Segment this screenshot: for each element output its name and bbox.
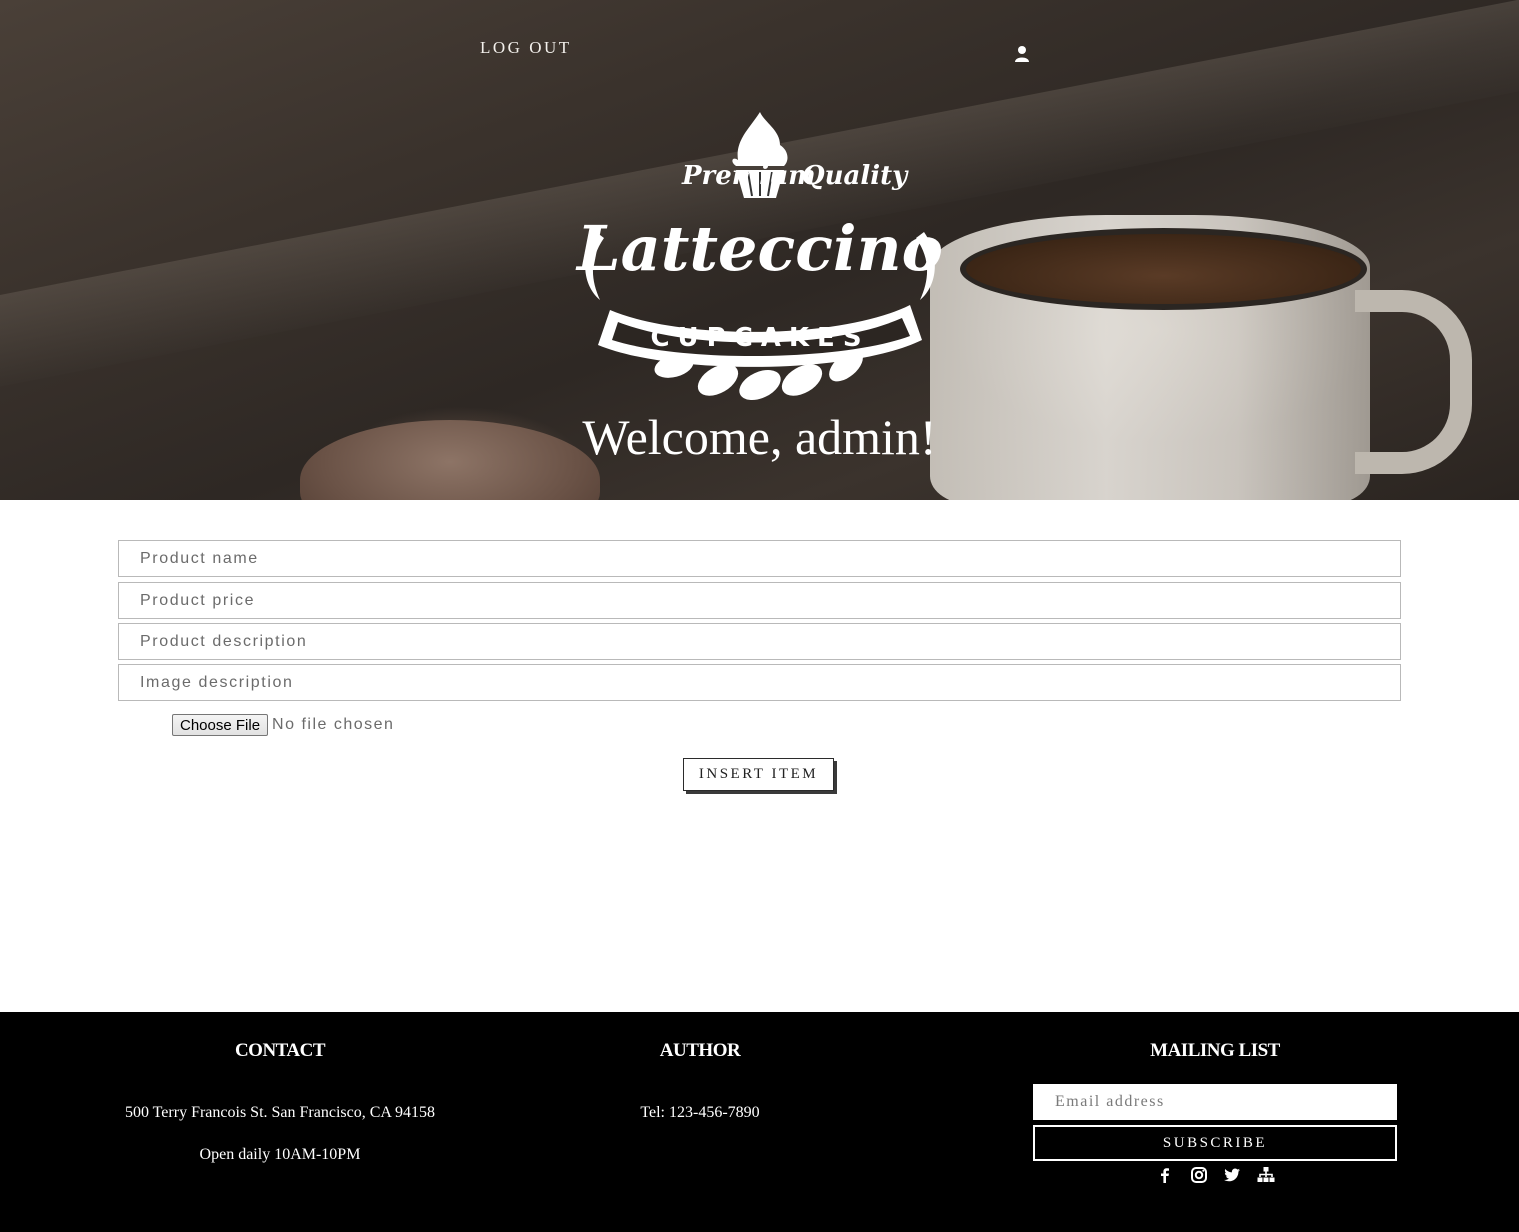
hero-coffee-surface xyxy=(960,228,1367,310)
facebook-icon[interactable] xyxy=(1155,1165,1175,1185)
contact-address: 500 Terry Francois St. San Francisco, CA… xyxy=(124,1104,436,1121)
hero-banner: LOG OUT Premium Quality Latteccino CUPCA… xyxy=(0,0,1519,500)
svg-text:Premium: Premium xyxy=(681,161,816,191)
user-icon[interactable] xyxy=(1014,45,1030,63)
image-description-input[interactable] xyxy=(118,664,1401,701)
product-description-input[interactable] xyxy=(118,623,1401,660)
brand-logo: Premium Quality Latteccino CUPCAKES xyxy=(575,112,943,401)
author-title: AUTHOR xyxy=(659,1040,741,1061)
product-price-input[interactable] xyxy=(118,582,1401,619)
svg-text:Latteccino: Latteccino xyxy=(575,212,943,285)
author-tel: Tel: 123-456-7890 xyxy=(640,1104,760,1121)
svg-text:CUPCAKES: CUPCAKES xyxy=(650,323,869,353)
welcome-heading: Welcome, admin! xyxy=(582,409,937,465)
mailing-list-title: MAILING LIST xyxy=(1150,1040,1280,1061)
subscribe-button[interactable]: SUBSCRIBE xyxy=(1033,1125,1397,1161)
contact-hours: Open daily 10AM-10PM xyxy=(199,1146,361,1163)
instagram-icon[interactable] xyxy=(1189,1165,1209,1185)
file-upload: Choose File No file chosen xyxy=(172,713,394,737)
choose-file-button[interactable]: Choose File xyxy=(172,714,269,736)
svg-text:Quality: Quality xyxy=(802,161,909,191)
insert-item-button[interactable]: INSERT ITEM xyxy=(683,758,834,791)
email-input[interactable] xyxy=(1033,1084,1397,1120)
contact-title: CONTACT xyxy=(234,1040,326,1061)
logout-link[interactable]: LOG OUT xyxy=(480,38,572,58)
product-name-input[interactable] xyxy=(118,540,1401,577)
file-status-text: No file chosen xyxy=(272,716,395,733)
twitter-icon[interactable] xyxy=(1222,1165,1242,1185)
sitemap-icon[interactable] xyxy=(1256,1165,1276,1185)
